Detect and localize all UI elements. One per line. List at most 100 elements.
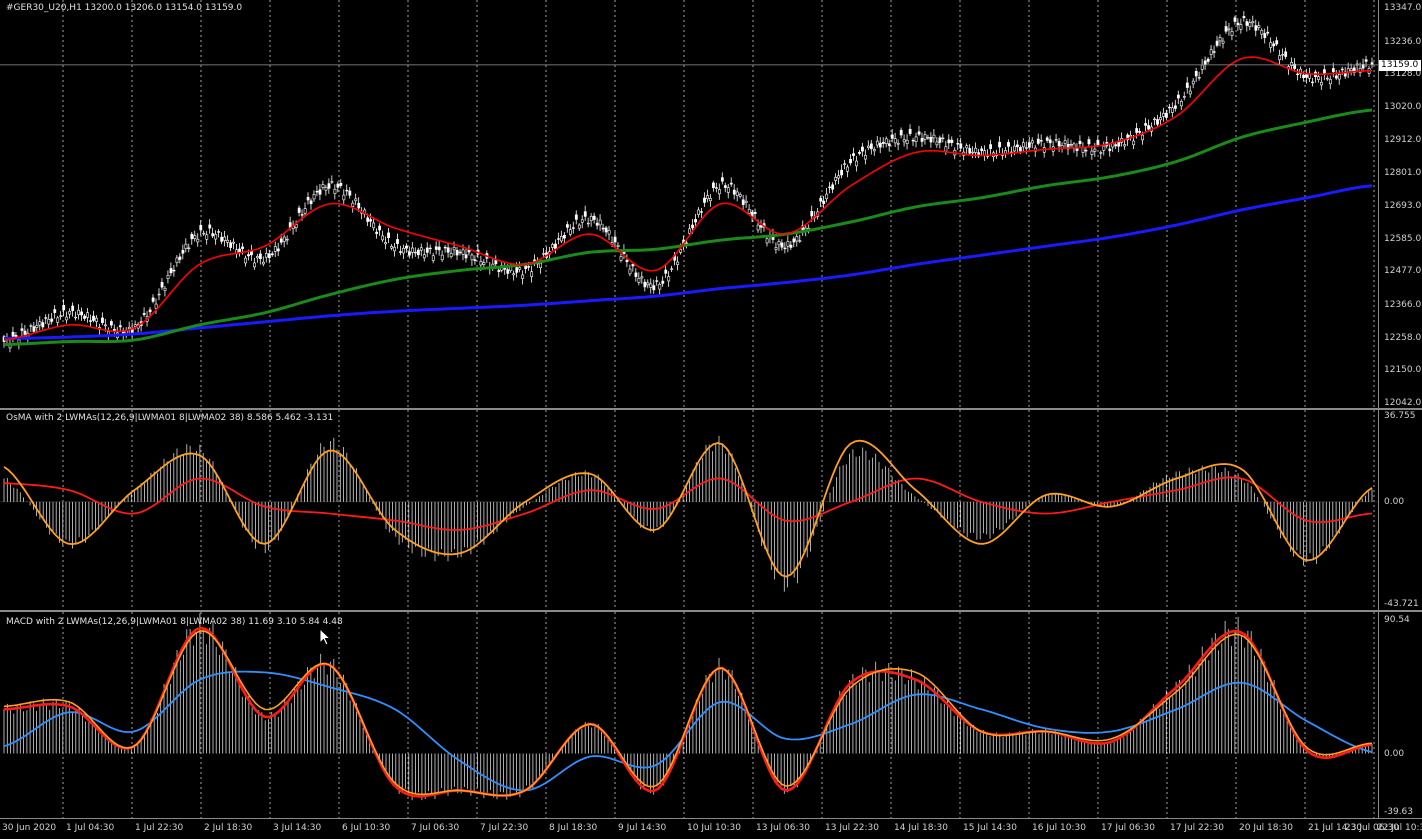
candle-body	[411, 247, 414, 253]
candle-body	[756, 224, 760, 231]
axis-tick-label: 12912.0	[1384, 134, 1422, 145]
candle-body	[628, 268, 632, 275]
candle-body	[539, 263, 542, 269]
candle-body	[56, 317, 60, 323]
time-tick-label: 3 Jul 14:30	[273, 823, 322, 833]
candle-body	[38, 321, 42, 326]
macd-pane[interactable]: MACD with 2 LWMAs(12,26,9|LWMA01 8|LWMA0…	[0, 612, 1378, 818]
candle-body	[887, 143, 891, 146]
candle-body	[422, 254, 426, 259]
candle-body	[574, 214, 578, 220]
time-tick-label: 17 Jul 06:30	[1101, 823, 1155, 833]
time-axis[interactable]: 30 Jun 2020 1 Jul 04:30 1 Jul 22:30 2 Jul 1…	[0, 818, 1422, 839]
candle-body	[521, 274, 525, 279]
candle-body	[697, 209, 700, 215]
candle-body	[205, 234, 209, 240]
candle-body	[1176, 94, 1180, 99]
candle-body	[941, 137, 945, 140]
candle-body	[822, 200, 826, 204]
osma-pane[interactable]: OsMA with 2 LWMAs(12,26,9|LWMA01 8|LWMA0…	[0, 410, 1378, 610]
candle-body	[989, 144, 993, 149]
candle-body	[1173, 105, 1177, 109]
candle-body	[726, 187, 730, 193]
candle-body	[1159, 117, 1162, 121]
candle-body	[911, 139, 915, 142]
candle-body	[232, 241, 235, 244]
candle-body	[1182, 96, 1186, 98]
candle-body	[1147, 125, 1150, 130]
candle-body	[819, 197, 823, 202]
candle-body	[399, 251, 402, 253]
macd-chart[interactable]	[0, 612, 1378, 818]
candle-body	[1266, 31, 1270, 34]
candle-body	[917, 131, 921, 135]
candle-body	[163, 287, 167, 291]
candle-body	[151, 297, 155, 302]
candle-body	[408, 251, 411, 256]
candle-body	[1275, 40, 1279, 45]
candle-body	[506, 269, 510, 274]
time-tick-label: 1 Jul 22:30	[135, 823, 184, 833]
candle-body	[142, 313, 146, 315]
price-chart[interactable]	[0, 0, 1378, 408]
candle-body	[300, 214, 304, 216]
candle-body	[279, 238, 283, 243]
candle-body	[1007, 142, 1010, 147]
candle-body	[196, 238, 200, 243]
candle-body	[47, 319, 51, 325]
candle-body	[712, 182, 715, 189]
candle-body	[634, 272, 638, 277]
candle-body	[449, 253, 453, 257]
candle-body	[1340, 68, 1344, 71]
candle-body	[583, 211, 587, 217]
candle-body	[661, 280, 665, 284]
candle-body	[1296, 73, 1299, 76]
candle-body	[640, 276, 644, 279]
candle-body	[1206, 58, 1210, 62]
current-price-label: 13159.0	[1379, 59, 1421, 71]
candle-body	[393, 246, 396, 252]
candle-body	[694, 219, 697, 223]
candle-body	[861, 146, 864, 152]
price-chart-pane[interactable]: #GER30_U20,H1 13200.0 13206.0 13154.0 13…	[0, 0, 1378, 408]
candle-body	[184, 243, 188, 250]
candle-body	[193, 235, 197, 239]
candle-body	[884, 138, 888, 144]
candle-body	[285, 238, 289, 241]
candle-body	[530, 271, 534, 277]
candle-body	[390, 246, 393, 249]
candle-body	[217, 231, 221, 233]
candle-body	[1021, 142, 1025, 148]
time-tick-label: 10 Jul 10:30	[687, 823, 741, 833]
candle-body	[974, 147, 978, 153]
candle-body	[211, 233, 215, 237]
candle-body	[753, 211, 757, 214]
axis-tick-label: 90.54	[1384, 615, 1410, 625]
candle-body	[282, 236, 286, 242]
candle-body	[914, 136, 918, 142]
macd-scale[interactable]: 90.54 0.00 -39.63	[1378, 612, 1422, 818]
candle-body	[241, 246, 244, 249]
osma-scale[interactable]: 36.755 0.00 -43.721	[1378, 410, 1422, 610]
candle-body	[589, 216, 593, 221]
candle-body	[175, 257, 179, 263]
candle-body	[1320, 82, 1323, 86]
candle-body	[294, 224, 298, 228]
candle-body	[950, 139, 954, 143]
candle-body	[557, 238, 560, 240]
candle-body	[592, 215, 596, 220]
candle-body	[1016, 144, 1019, 148]
candle-body	[1197, 77, 1201, 79]
candle-body	[23, 330, 27, 335]
candle-body	[568, 229, 572, 235]
candle-body	[864, 155, 867, 160]
osma-chart[interactable]	[0, 410, 1378, 610]
macd-caption: MACD with 2 LWMAs(12,26,9|LWMA01 8|LWMA0…	[6, 617, 343, 627]
candle-body	[53, 309, 57, 313]
time-tick-label: 2 Jul 18:30	[204, 823, 253, 833]
candle-body	[190, 233, 194, 240]
candle-body	[619, 256, 623, 261]
candle-body	[968, 148, 972, 154]
time-tick-label: 13 Jul 06:30	[756, 823, 810, 833]
mouse-pointer-icon	[319, 628, 331, 646]
